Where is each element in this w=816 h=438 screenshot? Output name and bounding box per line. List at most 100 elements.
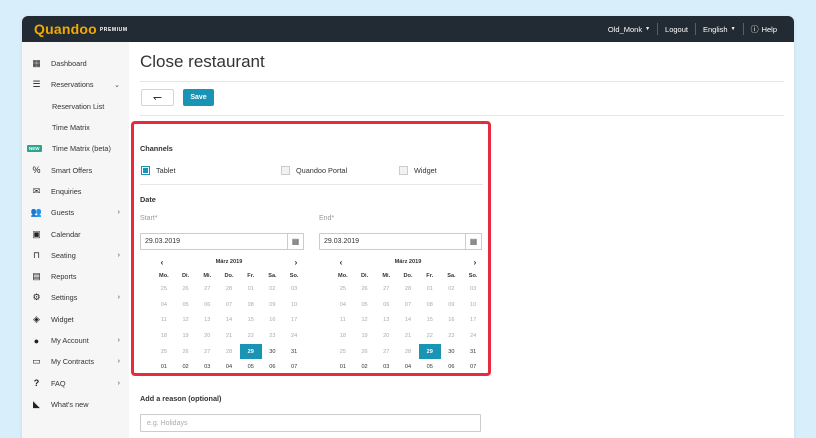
calendar-day-disabled: 26 — [182, 285, 189, 292]
quandoo-logo[interactable]: Quandoo PREMIUM — [34, 21, 128, 37]
calendar-day[interactable]: 01 — [332, 359, 354, 375]
calendar-day[interactable]: 30 — [262, 344, 284, 360]
calendar-day-disabled: 16 — [448, 317, 455, 324]
calendar-day[interactable]: 31 — [462, 344, 484, 360]
start-datepicker: ‹ März 2019 › Mo. Di. Mi. Do. Fr. Sa. So. 25 26 2… — [153, 258, 305, 375]
calendar-day[interactable]: 05 — [240, 359, 262, 375]
weekday-header: Fr. — [426, 272, 434, 279]
calendar-day[interactable]: 01 — [153, 359, 175, 375]
divider — [140, 184, 483, 185]
calendar-grid: Mo. Di. Mi. Do. Fr. Sa. So. 25 26 27 28 01 02 03 04 05 0… — [153, 270, 305, 375]
sidebar-item-label: FAQ — [51, 378, 66, 388]
user-name: Old_Monk — [607, 24, 643, 34]
calendar-day-disabled: 10 — [291, 301, 298, 308]
save-button[interactable]: Save — [183, 89, 214, 106]
end-datepicker: ‹ März 2019 › Mo. Di. Mi. Do. Fr. Sa. So. 25 26 2… — [332, 258, 484, 375]
calendar-day-disabled: 01 — [247, 285, 254, 292]
diamond-icon: ◈ — [33, 313, 40, 324]
gear-icon: ⚙ — [32, 292, 41, 303]
calendar-day-disabled: 22 — [247, 332, 254, 339]
calendar-day[interactable]: 02 — [354, 359, 376, 375]
channel-quandoo-portal-checkbox[interactable]: Quandoo Portal — [281, 166, 347, 175]
channel-widget-checkbox[interactable]: Widget — [399, 166, 437, 175]
sidebar-item-reports[interactable]: ▤ Reports — [22, 266, 129, 287]
calendar-day-disabled: 08 — [426, 301, 433, 308]
sidebar: ▦ Dashboard ☰ Reservations ⌄ Reservation Li… — [22, 42, 129, 438]
calendar-day[interactable]: 07 — [462, 359, 484, 375]
calendar-day[interactable]: 30 — [441, 344, 463, 360]
chevron-right-icon: › — [117, 337, 120, 344]
checkbox-label: Quandoo Portal — [296, 166, 348, 175]
weekday-header: Sa. — [447, 272, 456, 279]
calendar-day-disabled: 14 — [404, 317, 412, 324]
calendar-day[interactable]: 05 — [419, 359, 441, 375]
calendar-day[interactable]: 07 — [283, 359, 305, 375]
reason-input[interactable]: e.g. Holidays — [140, 414, 481, 432]
weekday-header: Mo. — [159, 272, 169, 279]
calendar-day-selected[interactable]: 29 — [239, 343, 262, 360]
logout-link[interactable]: Logout — [658, 25, 695, 34]
sidebar-item-time-matrix-beta[interactable]: NEW Time Matrix (beta) — [22, 138, 129, 159]
sidebar-item-label: Smart Offers — [51, 165, 93, 175]
channel-tablet-checkbox[interactable]: Tablet — [141, 166, 175, 175]
help-link[interactable]: ⓘ Help — [744, 24, 784, 35]
chevron-right-icon: › — [117, 251, 120, 259]
sidebar-item-reservations[interactable]: ☰ Reservations ⌄ — [22, 74, 129, 95]
main-content: Close restaurant ↽ Save Channels Tablet … — [129, 42, 794, 438]
start-date-input[interactable]: 29.03.2019 ▦ — [140, 233, 304, 250]
question-icon: ? — [33, 378, 40, 389]
sidebar-item-dashboard[interactable]: ▦ Dashboard — [22, 53, 129, 74]
calendar-day-disabled: 17 — [470, 317, 477, 324]
sidebar-item-label: What's new — [51, 399, 89, 409]
weekday-header: Di. — [181, 272, 190, 279]
channels-heading: Channels — [140, 144, 173, 153]
end-date-input[interactable]: 29.03.2019 ▦ — [319, 233, 482, 250]
sidebar-item-calendar[interactable]: ▣ Calendar — [22, 223, 129, 244]
calendar-day[interactable]: 04 — [397, 359, 419, 375]
next-month-button[interactable]: › — [470, 258, 480, 267]
calendar-day-disabled: 09 — [269, 301, 276, 308]
calendar-day[interactable]: 03 — [196, 359, 218, 375]
calendar-day-disabled: 24 — [470, 332, 477, 339]
weekday-header: Sa. — [268, 272, 277, 279]
percent-icon: % — [32, 165, 41, 176]
sidebar-item-widget[interactable]: ◈ Widget — [22, 309, 129, 330]
sidebar-item-settings[interactable]: ⚙ Settings › — [22, 287, 129, 308]
start-date-value: 29.03.2019 — [145, 238, 181, 245]
calendar-day[interactable]: 31 — [283, 344, 305, 360]
sidebar-item-time-matrix[interactable]: Time Matrix — [22, 117, 129, 138]
calendar-day[interactable]: 02 — [175, 359, 197, 375]
top-nav: Old_Monk ▼ Logout English ▼ ⓘ Help — [601, 23, 784, 35]
calendar-day[interactable]: 03 — [375, 359, 397, 375]
calendar-day-disabled: 10 — [470, 301, 477, 308]
sidebar-item-smart-offers[interactable]: % Smart Offers — [22, 159, 129, 180]
user-menu[interactable]: Old_Monk ▼ — [601, 25, 657, 34]
checkbox-label: Widget — [414, 166, 437, 175]
back-button[interactable]: ↽ — [141, 89, 174, 106]
sidebar-item-enquiries[interactable]: ✉ Enquiries — [22, 181, 129, 202]
calendar-day-disabled: 02 — [448, 285, 455, 292]
sidebar-item-seating[interactable]: ⊓ Seating › — [22, 245, 129, 266]
calendar-day-disabled: 23 — [448, 332, 455, 339]
sidebar-item-faq[interactable]: ? FAQ › — [22, 372, 129, 393]
calendar-day-selected[interactable]: 29 — [418, 343, 441, 360]
calendar-icon[interactable]: ▦ — [287, 233, 304, 250]
language-menu[interactable]: English ▼ — [696, 25, 743, 34]
sidebar-item-reservation-list[interactable]: Reservation List — [22, 96, 129, 117]
sidebar-item-guests[interactable]: 👥 Guests › — [22, 202, 129, 223]
sidebar-item-my-account[interactable]: ● My Account › — [22, 330, 129, 351]
chevron-down-icon: ▼ — [730, 26, 736, 32]
month-label: März 2019 — [215, 259, 243, 265]
calendar-day-disabled: 01 — [426, 285, 433, 292]
sidebar-item-my-contracts[interactable]: ▭ My Contracts › — [22, 351, 129, 372]
calendar-icon[interactable]: ▦ — [465, 233, 482, 250]
sidebar-item-whats-new[interactable]: ◣ What's new — [22, 394, 129, 415]
calendar-day[interactable]: 06 — [262, 359, 284, 375]
calendar-day[interactable]: 06 — [441, 359, 463, 375]
next-month-button[interactable]: › — [291, 258, 301, 267]
calendar-day[interactable]: 04 — [218, 359, 240, 375]
checkbox-unchecked — [399, 166, 408, 175]
calendar-day-disabled: 07 — [225, 301, 233, 308]
divider — [140, 81, 784, 82]
start-label: Start* — [140, 215, 158, 222]
